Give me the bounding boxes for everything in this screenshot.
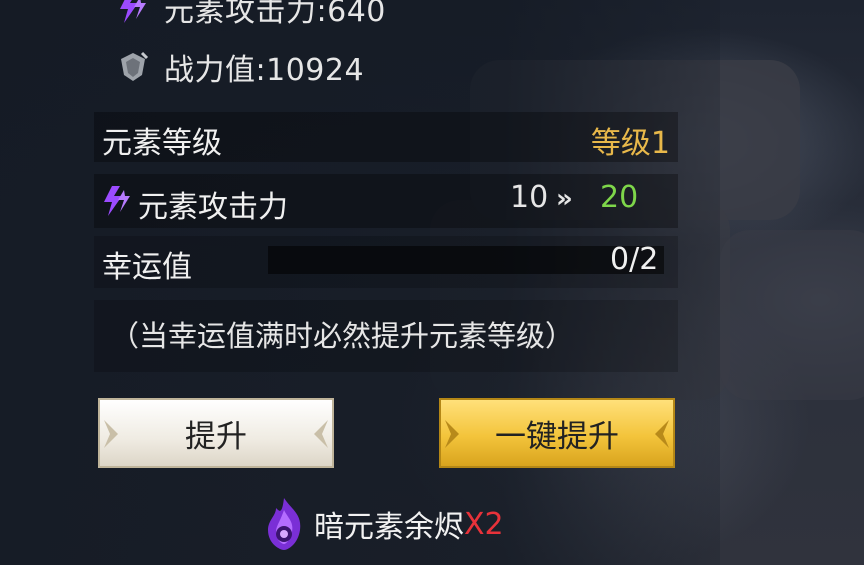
luck-progress-bar bbox=[268, 246, 664, 274]
double-chevron-right-icon: » bbox=[556, 184, 573, 214]
upgrade-button[interactable]: 提升 bbox=[98, 398, 334, 468]
luck-label: 幸运值 bbox=[102, 250, 192, 285]
auto-upgrade-button-label: 一键提升 bbox=[495, 418, 619, 455]
lightning-bolt-icon bbox=[100, 184, 134, 222]
element-attack-row: 元素攻击力 10 » 20 bbox=[94, 174, 678, 228]
element-level-label: 元素等级 bbox=[102, 126, 222, 161]
element-attack-stat: 元素攻击力:640 bbox=[116, 0, 386, 29]
element-level-value: 等级1 bbox=[590, 126, 670, 161]
element-attack-stat-label: 元素攻击力:640 bbox=[164, 0, 386, 29]
button-left-ornament-icon bbox=[445, 420, 459, 448]
upgrade-cost: 暗元素余烬 X2 bbox=[262, 494, 504, 554]
element-level-row: 元素等级 等级1 bbox=[94, 112, 678, 162]
luck-value: 0/2 bbox=[610, 242, 659, 277]
upgrade-button-label: 提升 bbox=[185, 418, 247, 455]
cost-item-count: X2 bbox=[464, 506, 504, 542]
element-attack-label: 元素攻击力 bbox=[138, 190, 288, 225]
element-attack-next: 20 bbox=[600, 180, 639, 215]
luck-hint-text: （当幸运值满时必然提升元素等级） bbox=[94, 300, 678, 372]
power-stat-label: 战力值:10924 bbox=[164, 53, 365, 88]
background-rock bbox=[720, 230, 864, 400]
power-stat: 战力值:10924 bbox=[116, 47, 365, 88]
shield-crest-icon bbox=[116, 50, 150, 84]
button-right-ornament-icon bbox=[655, 420, 669, 448]
cost-item-name: 暗元素余烬 bbox=[314, 510, 464, 545]
button-left-ornament-icon bbox=[104, 420, 118, 448]
lightning-bolt-icon bbox=[116, 0, 150, 25]
button-right-ornament-icon bbox=[314, 420, 328, 448]
element-attack-current: 10 bbox=[510, 180, 549, 215]
dark-flame-gem-icon bbox=[268, 498, 301, 550]
auto-upgrade-button[interactable]: 一键提升 bbox=[439, 398, 675, 468]
